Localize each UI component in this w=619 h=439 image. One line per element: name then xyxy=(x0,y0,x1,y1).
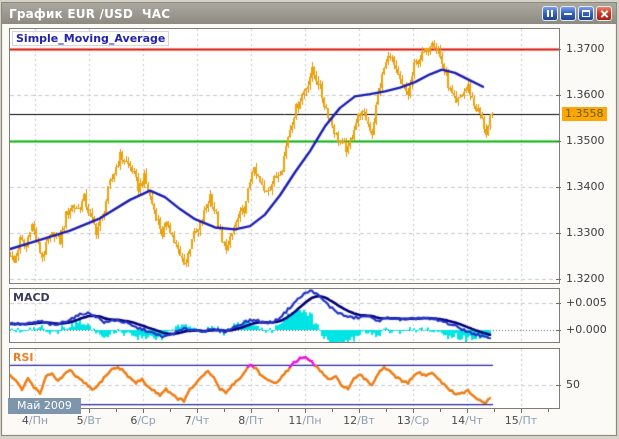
price-axis-label: 1.3700 xyxy=(566,43,605,55)
date-axis-tick xyxy=(143,409,144,413)
sma-legend-label: Simple_Moving_Average xyxy=(12,31,169,46)
macd-canvas[interactable] xyxy=(10,289,559,342)
macd-label: MACD xyxy=(13,291,50,304)
macd-axis-label: +0.000 xyxy=(566,324,607,336)
current-price-tag: 1.3558 xyxy=(562,107,607,121)
restore-icon xyxy=(582,10,590,17)
macd-pane[interactable] xyxy=(9,288,560,343)
price-axis-tick xyxy=(556,49,561,50)
price-axis-tick xyxy=(556,95,561,96)
date-axis-tick xyxy=(467,409,468,413)
date-axis-label: 14/Чт xyxy=(451,414,483,427)
price-axis-tick xyxy=(556,187,561,188)
close-icon xyxy=(600,9,609,18)
pause-button[interactable] xyxy=(542,6,558,21)
macd-axis-label: +0.005 xyxy=(566,297,607,309)
restore-button[interactable] xyxy=(578,6,594,21)
minimize-button[interactable] xyxy=(560,6,576,21)
month-tag: Май 2009 xyxy=(8,398,81,414)
date-axis-minor-tick xyxy=(440,409,441,412)
date-axis-minor-tick xyxy=(386,409,387,412)
date-axis-label: 4/Пн xyxy=(22,414,48,427)
price-chart-canvas[interactable] xyxy=(10,29,559,283)
price-axis-tick xyxy=(556,279,561,280)
price-axis-label: 1.3400 xyxy=(566,181,605,193)
date-axis-label: 15/Пт xyxy=(505,414,537,427)
rsi-pane[interactable] xyxy=(9,348,560,409)
date-axis-tick xyxy=(305,409,306,413)
date-axis-minor-tick xyxy=(332,409,333,412)
window-titlebar[interactable]: График EUR /USD ЧАС xyxy=(2,3,616,24)
date-axis-tick xyxy=(89,409,90,413)
rsi-label: RSI xyxy=(13,351,34,364)
date-axis-label: 6/Ср xyxy=(130,414,155,427)
price-axis-tick xyxy=(556,141,561,142)
window-title: График EUR /USD ЧАС xyxy=(2,7,170,21)
date-axis-tick xyxy=(413,409,414,413)
date-axis-minor-tick xyxy=(170,409,171,412)
price-axis-label: 1.3500 xyxy=(566,135,605,147)
date-axis-label: 13/Ср xyxy=(397,414,429,427)
date-axis-minor-tick xyxy=(494,409,495,412)
rsi-axis-tick xyxy=(556,385,561,386)
price-axis-label: 1.3200 xyxy=(566,273,605,285)
price-axis-label: 1.3300 xyxy=(566,227,605,239)
date-axis-minor-tick xyxy=(224,409,225,412)
macd-axis-tick xyxy=(556,303,561,304)
date-axis-tick xyxy=(251,409,252,413)
date-axis-tick xyxy=(197,409,198,413)
date-axis-minor-tick xyxy=(548,409,549,412)
date-axis-tick xyxy=(359,409,360,413)
price-chart-pane[interactable] xyxy=(9,28,560,284)
rsi-canvas[interactable] xyxy=(10,349,559,408)
window-buttons xyxy=(542,6,616,21)
rsi-axis-label: 50 xyxy=(566,379,580,391)
date-axis-minor-tick xyxy=(278,409,279,412)
date-axis-minor-tick xyxy=(116,409,117,412)
macd-axis-tick xyxy=(556,330,561,331)
minimize-icon xyxy=(564,13,572,15)
date-axis-label: 11/Пн xyxy=(288,414,321,427)
chart-window-screen: График EUR /USD ЧАС Simple_Moving_Averag… xyxy=(0,0,619,439)
date-axis-label: 7/Чт xyxy=(185,414,210,427)
date-axis-label: 12/Вт xyxy=(343,414,375,427)
date-axis-label: 8/Пт xyxy=(238,414,263,427)
date-axis-label: 5/Вт xyxy=(77,414,102,427)
pause-icon xyxy=(547,10,553,17)
close-button[interactable] xyxy=(596,6,612,21)
date-axis-tick xyxy=(521,409,522,413)
price-axis-label: 1.3600 xyxy=(566,89,605,101)
price-axis-tick xyxy=(556,233,561,234)
